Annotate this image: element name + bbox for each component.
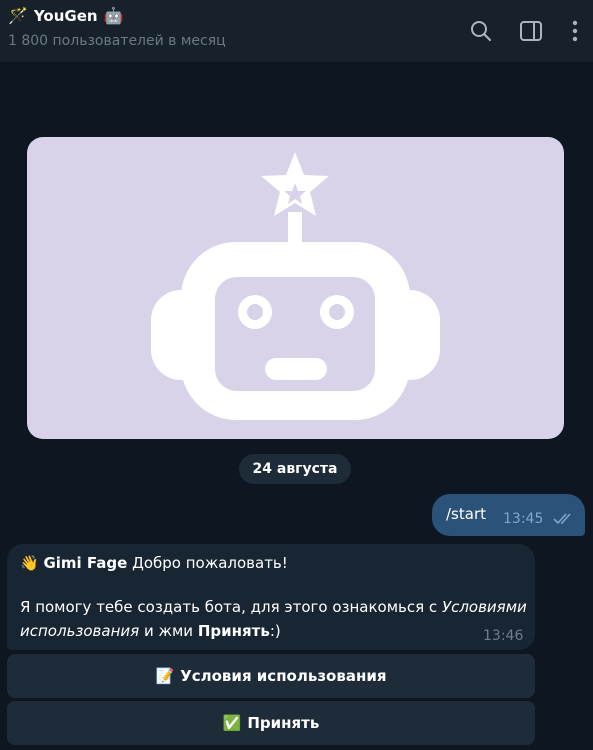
waving-hand-icon: 👋 [20, 554, 39, 572]
terms-button[interactable]: 📝 Условия использования [7, 654, 535, 698]
message-time: 13:45 [503, 511, 544, 527]
robot-icon: 🤖 [103, 6, 124, 25]
outgoing-message[interactable]: /start 13:45 [432, 494, 585, 536]
bot-profile-image[interactable] [27, 137, 564, 439]
message-text: /start [446, 505, 486, 523]
greeting-text: Добро пожаловать! [127, 554, 288, 572]
robot-illustration-icon [151, 152, 440, 420]
terms-button-label: Условия использования [180, 667, 387, 685]
date-separator: 24 августа [239, 454, 351, 484]
message-body-text-3: :) [269, 622, 281, 640]
message-body-line-1: Я помогу тебе создать бота, для этого оз… [20, 598, 527, 616]
check-mark-icon: ✅ [222, 714, 242, 732]
chat-title[interactable]: YouGen [34, 7, 98, 25]
message-body-text: Я помогу тебе создать бота, для этого оз… [20, 598, 442, 616]
message-header-line: 👋 Gimi Fage Добро пожаловать! [20, 554, 288, 572]
chat-subtitle: 1 800 пользователей в месяц [8, 33, 226, 49]
chat-header: 🪄 YouGen 🤖 1 800 пользователей в месяц [0, 0, 593, 62]
double-check-icon [553, 513, 571, 525]
terms-link-part-2[interactable]: использования [20, 622, 139, 640]
message-time: 13:46 [483, 628, 524, 644]
more-vertical-icon[interactable] [562, 18, 588, 44]
accept-button-label: Принять [247, 714, 320, 732]
accept-word: Принять [197, 622, 270, 640]
magic-wand-icon: 🪄 [8, 6, 28, 25]
incoming-message[interactable]: 👋 Gimi Fage Добро пожаловать! Я помогу т… [7, 544, 535, 650]
accept-button[interactable]: ✅ Принять [7, 701, 535, 745]
memo-icon: 📝 [155, 667, 175, 685]
search-icon[interactable] [468, 18, 494, 44]
sender-name: Gimi Fage [43, 554, 128, 572]
chat-title-row[interactable]: 🪄 YouGen 🤖 [8, 6, 123, 26]
message-body-text-2: и жми [139, 622, 198, 640]
sidebar-toggle-icon[interactable] [518, 18, 544, 44]
message-body-line-2: использования и жми Принять:) [20, 622, 281, 640]
terms-link-part-1[interactable]: Условиями [442, 598, 527, 616]
